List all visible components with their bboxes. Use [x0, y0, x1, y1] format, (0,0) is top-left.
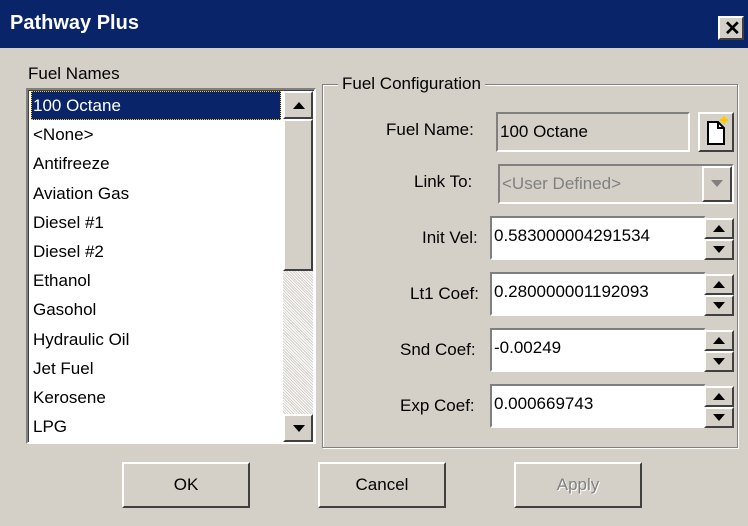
- close-icon: ✕: [724, 18, 741, 40]
- exp-coef-label: Exp Coef:: [400, 396, 475, 415]
- spin-down-icon: [713, 302, 725, 309]
- close-button[interactable]: ✕: [718, 16, 744, 40]
- title-bar[interactable]: Pathway Plus ✕: [0, 0, 748, 48]
- link-to-combo[interactable]: <User Defined>: [498, 164, 734, 204]
- fuel-names-label: Fuel Names: [28, 64, 120, 83]
- spin-up-icon: [713, 225, 725, 232]
- snd-coef-label: Snd Coef:: [400, 340, 476, 359]
- init-vel-field[interactable]: 0.583000004291534: [490, 216, 706, 260]
- list-item[interactable]: Leaded Reg: [31, 441, 281, 442]
- apply-button[interactable]: Apply: [514, 462, 642, 508]
- fuel-configuration-title: Fuel Configuration: [338, 74, 485, 94]
- list-item[interactable]: Gasohol: [31, 295, 281, 324]
- arrow-up-icon: [293, 102, 305, 109]
- list-scrollbar[interactable]: [283, 91, 313, 442]
- list-item[interactable]: 100 Octane: [31, 91, 281, 121]
- new-fuel-button[interactable]: [698, 112, 734, 152]
- spin-up-icon: [713, 337, 725, 344]
- list-item[interactable]: Aviation Gas: [31, 179, 281, 208]
- lt1-coef-field[interactable]: 0.280000001192093: [490, 272, 706, 316]
- list-item[interactable]: Kerosene: [31, 383, 281, 412]
- link-to-label: Link To:: [414, 172, 473, 191]
- link-to-dropdown-button[interactable]: [702, 166, 732, 202]
- lt1-coef-spinner[interactable]: [704, 274, 734, 316]
- ok-button[interactable]: OK: [122, 462, 250, 508]
- list-item[interactable]: Diesel #2: [31, 237, 281, 266]
- scroll-down-button[interactable]: [283, 414, 313, 442]
- list-item[interactable]: Jet Fuel: [31, 354, 281, 383]
- spin-down-icon: [713, 246, 725, 253]
- spin-down-icon: [713, 414, 725, 421]
- init-vel-label: Init Vel:: [422, 228, 478, 247]
- scroll-up-button[interactable]: [283, 91, 313, 119]
- exp-coef-field[interactable]: 0.000669743: [490, 384, 706, 428]
- list-item[interactable]: Hydraulic Oil: [31, 325, 281, 354]
- fuel-names-list[interactable]: 100 Octane <None> Antifreeze Aviation Gas Di…: [26, 88, 316, 444]
- new-document-icon: [707, 116, 728, 145]
- lt1-coef-label: Lt1 Coef:: [410, 284, 479, 303]
- window-title: Pathway Plus: [10, 12, 139, 34]
- arrow-down-icon: [293, 425, 305, 432]
- cancel-button[interactable]: Cancel: [318, 462, 446, 508]
- fuel-name-field[interactable]: 100 Octane: [496, 112, 690, 152]
- dialog-window: Pathway Plus ✕ Fuel Names 100 Octane <Non…: [0, 0, 748, 526]
- snd-coef-field[interactable]: -0.00249: [490, 328, 706, 372]
- list-item[interactable]: <None>: [31, 120, 281, 149]
- list-item[interactable]: Diesel #1: [31, 208, 281, 237]
- spin-up-icon: [713, 393, 725, 400]
- init-vel-spinner[interactable]: [704, 218, 734, 260]
- exp-coef-spinner[interactable]: [704, 386, 734, 428]
- chevron-down-icon: [711, 180, 723, 187]
- fuel-names-items: 100 Octane <None> Antifreeze Aviation Gas Di…: [31, 91, 281, 442]
- list-item[interactable]: Ethanol: [31, 266, 281, 295]
- list-item[interactable]: LPG: [31, 412, 281, 441]
- fuel-name-label: Fuel Name:: [386, 120, 474, 139]
- snd-coef-spinner[interactable]: [704, 330, 734, 372]
- spin-up-icon: [713, 281, 725, 288]
- scroll-thumb[interactable]: [283, 119, 313, 271]
- spin-down-icon: [713, 358, 725, 365]
- list-item[interactable]: Antifreeze: [31, 149, 281, 178]
